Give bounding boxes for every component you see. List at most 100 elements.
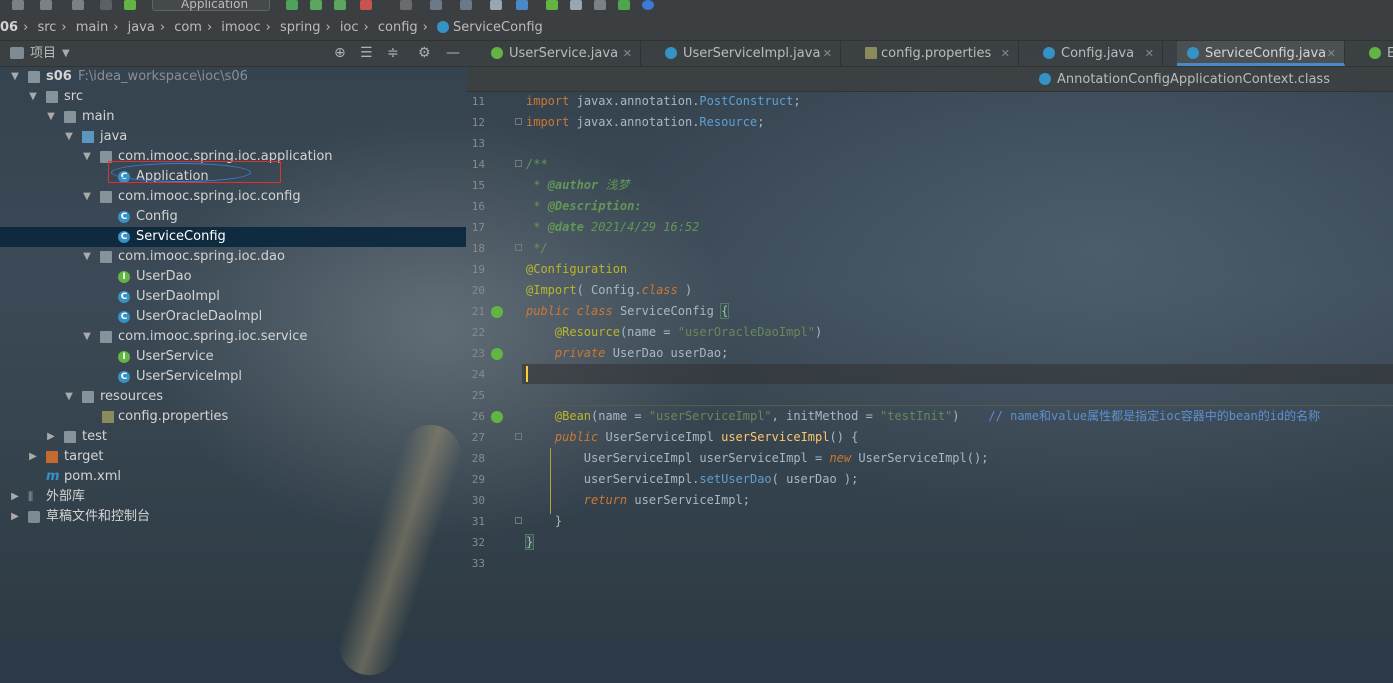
- save-icon[interactable]: [12, 0, 24, 10]
- chevron-down-icon[interactable]: ▼: [64, 387, 74, 407]
- tree-item-src[interactable]: ▼ src: [0, 87, 466, 107]
- tree-item-scratches[interactable]: ▶ 草稿文件和控制台: [0, 507, 466, 527]
- close-icon[interactable]: ✕: [1001, 41, 1010, 66]
- fold-icon[interactable]: [515, 118, 522, 125]
- crumb-module[interactable]: 06: [0, 20, 18, 35]
- sync-icon[interactable]: [40, 0, 52, 10]
- tree-item-resources[interactable]: ▼ resources: [0, 387, 466, 407]
- build-icon[interactable]: [124, 0, 136, 10]
- bean-gutter-icon[interactable]: [491, 306, 503, 318]
- tree-item-package-service[interactable]: ▼ com.imooc.spring.ioc.service: [0, 327, 466, 347]
- sync-green-icon[interactable]: [618, 0, 630, 10]
- chevron-right-icon[interactable]: ▶: [10, 507, 20, 527]
- tree-item-userserviceimpl[interactable]: C UserServiceImpl: [0, 367, 466, 387]
- close-icon[interactable]: ✕: [1327, 41, 1336, 66]
- crumb-com[interactable]: com: [174, 20, 202, 35]
- target-icon[interactable]: ⊕: [334, 41, 346, 66]
- line-number: 22: [471, 326, 485, 339]
- crumb-config[interactable]: config: [378, 20, 418, 35]
- chevron-down-icon[interactable]: ▼: [28, 87, 38, 107]
- structure-icon[interactable]: [516, 0, 528, 10]
- coverage-icon[interactable]: [334, 0, 346, 10]
- forward-icon[interactable]: [100, 0, 112, 10]
- tree-item-config-properties[interactable]: config.properties: [0, 407, 466, 427]
- close-icon[interactable]: ✕: [1145, 41, 1154, 66]
- chevron-down-icon[interactable]: ▼: [82, 247, 92, 267]
- hammer-icon[interactable]: [430, 0, 442, 10]
- collapse-all-icon[interactable]: ≑: [387, 41, 399, 66]
- crumb-java[interactable]: java: [128, 20, 155, 35]
- search-icon[interactable]: [570, 0, 582, 10]
- code-line-29: userServiceImpl.setUserDao( userDao );: [583, 472, 859, 486]
- fold-icon[interactable]: [515, 244, 522, 251]
- tab-config[interactable]: Config.java ✕: [1033, 41, 1163, 66]
- chevron-down-icon[interactable]: ▼: [64, 127, 74, 147]
- chevron-down-icon[interactable]: ▼: [82, 147, 92, 167]
- vcs-icon[interactable]: [594, 0, 606, 10]
- wrench-icon[interactable]: [460, 0, 472, 10]
- fold-icon[interactable]: [515, 433, 522, 440]
- tree-item-package-config[interactable]: ▼ com.imooc.spring.ioc.config: [0, 187, 466, 207]
- terminal-icon[interactable]: [546, 0, 558, 10]
- tree-item-label: src: [64, 89, 83, 104]
- close-icon[interactable]: ✕: [823, 41, 832, 66]
- gear-icon[interactable]: ⚙: [418, 41, 431, 66]
- crumb-spring[interactable]: spring: [280, 20, 320, 35]
- interface-icon: I: [118, 351, 130, 363]
- run-icon[interactable]: [286, 0, 298, 10]
- profile-icon[interactable]: [360, 0, 372, 10]
- package-icon: [100, 251, 112, 263]
- bean-gutter-icon[interactable]: [491, 411, 503, 423]
- tab-overflow[interactable]: E: [1359, 41, 1393, 66]
- minimize-icon[interactable]: —: [446, 41, 460, 66]
- tab-userservice[interactable]: UserService.java ✕: [481, 41, 641, 66]
- crumb-ioc[interactable]: ioc: [340, 20, 359, 35]
- tree-item-useroracledaoimpl[interactable]: C UserOracleDaoImpl: [0, 307, 466, 327]
- tree-item-serviceconfig[interactable]: C ServiceConfig: [0, 227, 466, 247]
- back-icon[interactable]: [72, 0, 84, 10]
- chevron-down-icon[interactable]: ▼: [82, 187, 92, 207]
- tree-item-pom[interactable]: m pom.xml: [0, 467, 466, 487]
- tree-item-userdao[interactable]: I UserDao: [0, 267, 466, 287]
- chevron-down-icon[interactable]: ▼: [10, 67, 20, 87]
- project-panel-title[interactable]: 项目: [30, 41, 56, 66]
- tree-item-userservice[interactable]: I UserService: [0, 347, 466, 367]
- chevron-right-icon[interactable]: ▶: [10, 487, 20, 507]
- crumb-src[interactable]: src: [37, 20, 56, 35]
- run-config-select[interactable]: Application: [152, 0, 270, 11]
- tree-item-test[interactable]: ▶ test: [0, 427, 466, 447]
- debug-icon[interactable]: [310, 0, 322, 10]
- fold-icon[interactable]: [515, 160, 522, 167]
- code-line-12: import javax.annotation.Resource;: [526, 115, 765, 129]
- chevron-down-icon[interactable]: ▼: [82, 327, 92, 347]
- chevron-right-icon[interactable]: ▶: [28, 447, 38, 467]
- tree-item-package-dao[interactable]: ▼ com.imooc.spring.ioc.dao: [0, 247, 466, 267]
- tree-item-main[interactable]: ▼ main: [0, 107, 466, 127]
- blocked-icon[interactable]: [642, 0, 654, 10]
- tree-item-s06[interactable]: ▼ s06 F:\idea_workspace\ioc\s06: [0, 67, 466, 87]
- crumb-serviceconfig[interactable]: ServiceConfig: [453, 20, 543, 35]
- chevron-down-icon[interactable]: ▼: [62, 41, 70, 66]
- module-folder-icon: [28, 71, 40, 83]
- tab-label: Config.java: [1061, 46, 1135, 61]
- tree-item-external-libraries[interactable]: ▶ ⫼ 外部库: [0, 487, 466, 507]
- tab-userserviceimpl[interactable]: UserServiceImpl.java ✕: [655, 41, 841, 66]
- tree-item-target[interactable]: ▶ target: [0, 447, 466, 467]
- close-icon[interactable]: ✕: [623, 41, 632, 66]
- fold-icon[interactable]: [515, 517, 522, 524]
- autowired-gutter-icon[interactable]: [491, 348, 503, 360]
- crumb-main[interactable]: main: [76, 20, 108, 35]
- tree-item-config[interactable]: C Config: [0, 207, 466, 227]
- tab-config-properties[interactable]: config.properties ✕: [855, 41, 1019, 66]
- crumb-imooc[interactable]: imooc: [221, 20, 260, 35]
- settings-icon[interactable]: [490, 0, 502, 10]
- expand-all-icon[interactable]: ☰: [360, 41, 373, 66]
- code-editor[interactable]: import javax.annotation.PostConstruct; i…: [522, 91, 1393, 639]
- tab-annotationconfigapplicationcontext[interactable]: AnnotationConfigApplicationContext.class: [1029, 67, 1330, 92]
- tab-serviceconfig[interactable]: ServiceConfig.java ✕: [1177, 41, 1345, 66]
- tree-item-userdaoimpl[interactable]: C UserDaoImpl: [0, 287, 466, 307]
- chevron-right-icon[interactable]: ▶: [46, 427, 56, 447]
- tree-item-java[interactable]: ▼ java: [0, 127, 466, 147]
- chevron-down-icon[interactable]: ▼: [46, 107, 56, 127]
- stop-icon[interactable]: [400, 0, 412, 10]
